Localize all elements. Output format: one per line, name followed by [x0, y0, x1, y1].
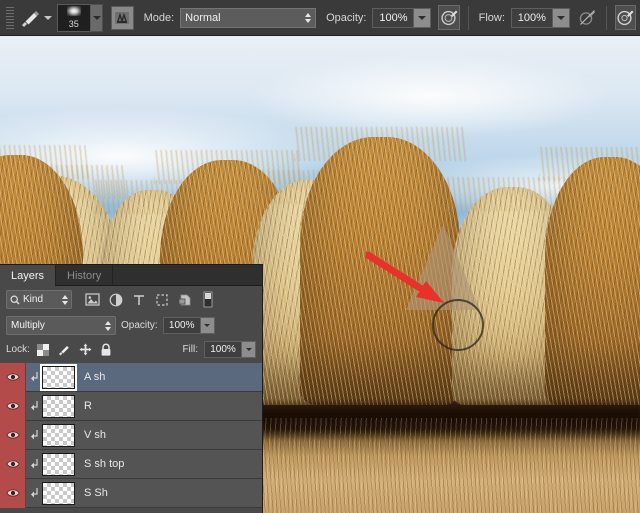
fill-chevron-down-icon[interactable]: [242, 341, 256, 358]
flow-control[interactable]: 100%: [510, 7, 570, 28]
lock-all-icon[interactable]: [99, 342, 114, 357]
photoshop-window: 35 Mode: Normal Opacity: 100% Flow: 100%…: [0, 0, 640, 513]
mode-label: Mode:: [143, 11, 175, 24]
opacity-label: Opacity:: [326, 11, 367, 24]
annotation-arrow-icon: [366, 251, 444, 303]
tab-history[interactable]: History: [56, 265, 114, 286]
brush-size-value: 35: [68, 18, 79, 29]
layer-thumbnail[interactable]: [42, 423, 75, 447]
eye-icon: [5, 460, 20, 468]
toolbar-divider-2: [605, 5, 607, 30]
tab-layers[interactable]: Layers: [0, 265, 57, 286]
tab-history-label: History: [67, 269, 102, 282]
chevron-updown-icon: [62, 294, 68, 305]
layer-thumbnail[interactable]: [42, 452, 75, 476]
panel-tab-bar: Layers History: [0, 265, 262, 286]
filter-type-icons: [83, 290, 217, 309]
filter-kind-value: Kind: [23, 294, 44, 305]
opacity-control[interactable]: 100%: [372, 7, 432, 28]
chevron-updown-icon: [305, 12, 312, 23]
layer-name: V sh: [84, 429, 107, 441]
brush-panel-toggle-icon[interactable]: [111, 5, 134, 30]
lock-image-pixels-icon[interactable]: [57, 342, 72, 357]
layer-visibility-toggle[interactable]: [0, 420, 26, 450]
eye-icon: [5, 373, 20, 381]
magnifier-icon: [10, 294, 20, 304]
clipping-mask-icon: [26, 371, 42, 383]
layer-thumbnail[interactable]: [42, 394, 75, 418]
layer-thumbnail[interactable]: [40, 363, 77, 391]
table-row[interactable]: S Sh: [0, 478, 262, 508]
eye-icon: [5, 431, 20, 439]
tool-options-bar: 35 Mode: Normal Opacity: 100% Flow: 100%: [0, 0, 640, 36]
hay-bale: [539, 147, 640, 405]
filter-smart-object-icon[interactable]: [175, 290, 194, 309]
toolbar-divider: [467, 5, 469, 30]
layer-blend-mode-value: Multiply: [11, 320, 45, 331]
blend-mode-value: Normal: [185, 11, 221, 24]
fill-label: Fill:: [182, 344, 198, 355]
filter-toggle-switch-icon[interactable]: [198, 290, 217, 309]
lock-row: Lock: Fill: 100%: [0, 338, 262, 361]
brush-preset-picker[interactable]: 35: [56, 3, 91, 32]
filter-adjustment-layers-icon[interactable]: [106, 290, 125, 309]
pressure-opacity-icon[interactable]: [438, 5, 460, 30]
drag-gripper[interactable]: [6, 6, 14, 29]
table-row[interactable]: A sh: [0, 362, 262, 392]
clipping-mask-icon: [26, 458, 42, 470]
lock-transparency-icon[interactable]: [36, 342, 51, 357]
layer-name: S Sh: [84, 487, 108, 499]
layer-filter-row: Kind: [0, 286, 262, 313]
airbrush-icon[interactable]: [614, 5, 637, 30]
layers-panel: Layers History Kind Multiply Opacity: 10…: [0, 264, 263, 513]
pressure-size-disabled-icon[interactable]: [577, 5, 598, 30]
layer-blend-mode-select[interactable]: Multiply: [6, 316, 116, 335]
opacity-input[interactable]: 100%: [372, 7, 415, 28]
tool-preset-chevron-down-icon[interactable]: [43, 15, 52, 20]
layer-opacity-label: Opacity:: [121, 320, 158, 331]
soft-round-brush-preview-icon: [66, 5, 81, 16]
lock-label: Lock:: [6, 344, 30, 355]
layer-name: A sh: [84, 371, 106, 383]
eye-icon: [5, 489, 20, 497]
brush-tool-icon[interactable]: [18, 5, 43, 31]
clipping-mask-icon: [26, 487, 42, 499]
layer-opacity-chevron-down-icon[interactable]: [200, 317, 215, 334]
table-row[interactable]: V sh: [0, 420, 262, 450]
layer-visibility-toggle[interactable]: [0, 391, 26, 421]
table-row[interactable]: R: [0, 391, 262, 421]
layer-visibility-toggle[interactable]: [0, 449, 26, 479]
layer-opacity-input[interactable]: 100%: [162, 317, 201, 334]
fill-control[interactable]: 100%: [204, 341, 256, 358]
blend-mode-select[interactable]: Normal: [180, 7, 317, 28]
flow-chevron-down-icon[interactable]: [552, 7, 570, 28]
layer-visibility-toggle[interactable]: [0, 478, 26, 508]
clipping-mask-icon: [26, 429, 42, 441]
eye-icon: [5, 402, 20, 410]
blend-mode-row: Multiply Opacity: 100%: [0, 313, 262, 338]
filter-kind-select[interactable]: Kind: [6, 290, 72, 309]
layer-name: R: [84, 400, 92, 412]
filter-shape-layers-icon[interactable]: [152, 290, 171, 309]
table-row[interactable]: S sh top: [0, 449, 262, 479]
filter-type-layers-icon[interactable]: [129, 290, 148, 309]
fill-input[interactable]: 100%: [204, 341, 242, 358]
opacity-chevron-down-icon[interactable]: [414, 7, 432, 28]
clipping-mask-icon: [26, 400, 42, 412]
brush-preset-chevron-down-icon[interactable]: [90, 3, 104, 32]
chevron-updown-icon: [105, 320, 111, 331]
layer-list: A sh R V sh S sh top S Sh: [0, 362, 262, 508]
layer-opacity-control[interactable]: 100%: [162, 317, 215, 334]
flow-label: Flow:: [478, 11, 505, 24]
layer-thumbnail[interactable]: [42, 481, 75, 505]
tab-layers-label: Layers: [11, 269, 45, 282]
flow-input[interactable]: 100%: [510, 7, 553, 28]
layer-visibility-toggle[interactable]: [0, 362, 26, 392]
layer-name: S sh top: [84, 458, 125, 470]
lock-position-icon[interactable]: [78, 342, 93, 357]
filter-pixel-layers-icon[interactable]: [83, 290, 102, 309]
